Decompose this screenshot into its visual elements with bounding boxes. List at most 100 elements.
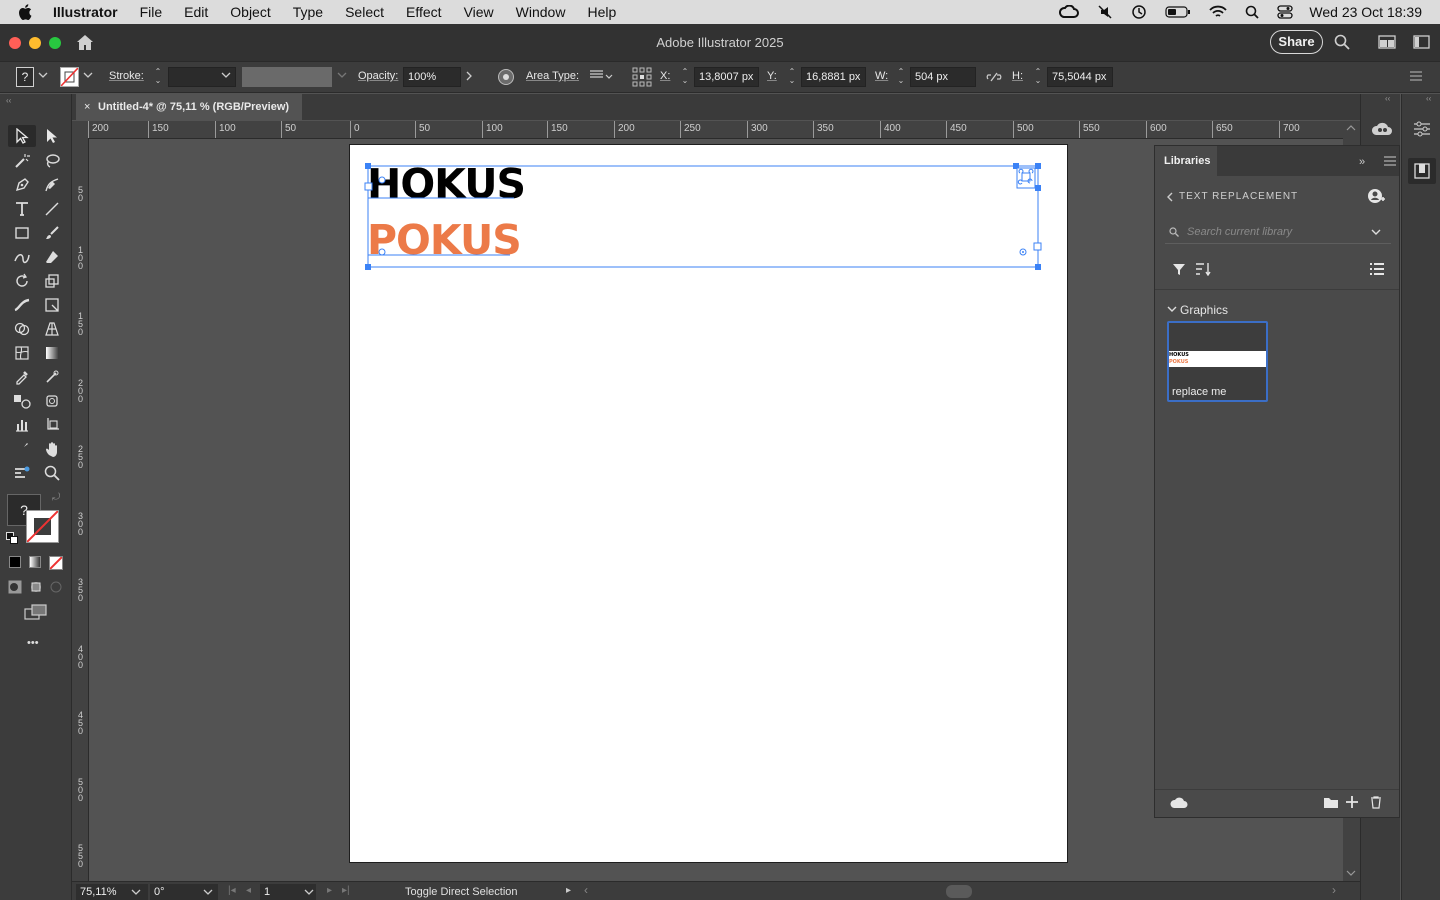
shaper-tool-icon[interactable] <box>10 246 34 268</box>
edit-toolbar-more-icon[interactable]: ••• <box>27 637 39 649</box>
vertical-ruler[interactable]: 5 0 1 0 0 1 5 0 2 0 0 2 5 0 3 0 0 3 5 0 … <box>72 139 89 881</box>
panel-menu-icon[interactable] <box>1384 156 1396 166</box>
filter-icon[interactable] <box>1172 262 1186 276</box>
next-artboard-icon[interactable]: ▸ <box>327 885 332 896</box>
stroke-label[interactable]: Stroke: <box>109 70 144 82</box>
scroll-up-icon[interactable] <box>1346 124 1356 132</box>
menu-select[interactable]: Select <box>345 4 384 20</box>
gradient-mode-button[interactable] <box>29 556 41 568</box>
blend-tool-icon[interactable] <box>10 390 34 412</box>
scroll-down-icon[interactable] <box>1346 869 1356 877</box>
hand-tool-icon[interactable] <box>40 438 64 460</box>
symbol-sprayer-tool-icon[interactable] <box>40 390 64 412</box>
panel-expand-icon[interactable]: » <box>1359 156 1365 168</box>
draw-behind-icon[interactable] <box>29 580 43 594</box>
new-folder-icon[interactable] <box>1323 796 1339 809</box>
menu-app-name[interactable]: Illustrator <box>53 4 118 20</box>
lasso-tool-icon[interactable] <box>40 150 64 172</box>
scroll-left-icon[interactable]: ‹ <box>584 883 588 897</box>
area-type-label[interactable]: Area Type: <box>526 70 579 82</box>
last-artboard-icon[interactable]: ▸| <box>342 885 350 896</box>
rotation-chevron-icon[interactable] <box>203 888 213 896</box>
collapse-dock-icon[interactable]: ‹‹ <box>1385 94 1390 103</box>
menu-file[interactable]: File <box>140 4 163 20</box>
workspace-switcher-icon[interactable] <box>1378 35 1396 49</box>
color-mode-button[interactable] <box>9 556 21 568</box>
opacity-field[interactable]: 100% <box>403 67 461 87</box>
zoom-tool-icon[interactable] <box>40 462 64 484</box>
x-label[interactable]: X: <box>660 70 670 82</box>
paintbrush-tool-icon[interactable] <box>40 222 64 244</box>
add-content-icon[interactable] <box>1345 795 1359 809</box>
library-search-field[interactable]: Search current library <box>1165 222 1391 244</box>
fill-dropdown-chevron-icon[interactable] <box>38 71 48 79</box>
stroke-color-box[interactable] <box>26 510 59 543</box>
shape-builder-tool-icon[interactable] <box>10 318 34 340</box>
cloud-sync-icon[interactable] <box>1170 797 1188 809</box>
battery-icon[interactable] <box>1165 6 1191 18</box>
status-menu-arrow-icon[interactable]: ▸ <box>566 885 571 896</box>
x-stepper[interactable]: ⌃ ⌄ <box>679 67 691 87</box>
menu-view[interactable]: View <box>464 4 494 20</box>
list-view-icon[interactable] <box>1369 262 1385 276</box>
libraries-tab[interactable]: Libraries <box>1155 146 1217 176</box>
scale-tool-icon[interactable] <box>40 270 64 292</box>
width-label[interactable]: W: <box>875 70 888 82</box>
creative-cloud-icon[interactable] <box>1059 5 1080 19</box>
reference-point-icon[interactable] <box>632 67 652 87</box>
selection-tool-icon[interactable] <box>10 125 34 147</box>
share-button[interactable]: Share <box>1270 30 1323 54</box>
slice-tool-icon[interactable] <box>10 438 34 460</box>
menu-type[interactable]: Type <box>293 4 323 20</box>
pen-tool-icon[interactable] <box>10 174 34 196</box>
artboard-tool-icon[interactable] <box>40 414 64 436</box>
stroke-color-chevron-icon[interactable] <box>83 71 93 79</box>
mesh-tool-icon[interactable] <box>10 342 34 364</box>
column-graph-tool-icon[interactable] <box>10 414 34 436</box>
direct-selection-tool-icon[interactable] <box>40 125 64 147</box>
search-icon[interactable] <box>1334 34 1350 50</box>
arrange-documents-icon[interactable] <box>1413 35 1430 49</box>
scroll-right-icon[interactable]: › <box>1332 883 1336 897</box>
free-transform-tool-icon[interactable] <box>40 294 64 316</box>
asset-name[interactable]: replace me <box>1172 386 1226 398</box>
collapse-dock-right-icon[interactable]: ‹‹ <box>1426 94 1431 103</box>
horizontal-ruler[interactable]: 200 150 100 50 0 50 100 150 200 250 300 … <box>88 121 1343 139</box>
x-field[interactable]: 13,8007 px <box>694 67 759 87</box>
fill-swatch-unknown[interactable]: ? <box>16 67 34 87</box>
y-field[interactable]: 16,8881 px <box>801 67 866 87</box>
height-label[interactable]: H: <box>1012 70 1023 82</box>
wifi-icon[interactable] <box>1209 5 1228 19</box>
mute-icon[interactable] <box>1097 4 1113 20</box>
zoom-chevron-icon[interactable] <box>131 888 141 896</box>
magic-wand-tool-icon[interactable] <box>10 150 34 172</box>
constrain-proportions-icon[interactable] <box>986 70 1002 84</box>
back-chevron-icon[interactable] <box>1166 192 1174 202</box>
previous-artboard-icon[interactable]: ◂ <box>246 885 251 896</box>
delete-icon[interactable] <box>1370 796 1382 809</box>
menu-object[interactable]: Object <box>230 4 270 20</box>
menu-effect[interactable]: Effect <box>406 4 442 20</box>
perspective-grid-tool-icon[interactable] <box>40 318 64 340</box>
default-fill-stroke-icon[interactable] <box>6 532 18 544</box>
libraries-panel-icon[interactable] <box>1371 120 1393 138</box>
library-asset-card[interactable]: HOKUS POKUS replace me <box>1167 321 1268 402</box>
draw-normal-icon[interactable] <box>8 580 22 594</box>
graphics-section-header[interactable]: Graphics <box>1180 303 1228 317</box>
control-center-icon[interactable] <box>1277 5 1294 19</box>
menu-edit[interactable]: Edit <box>184 4 208 20</box>
type-tool-icon[interactable] <box>10 198 34 220</box>
eraser-tool-icon[interactable] <box>40 246 64 268</box>
library-breadcrumb[interactable]: TEXT REPLACEMENT <box>1179 191 1298 202</box>
control-bar-menu-icon[interactable] <box>1410 71 1422 81</box>
collapse-toolbar-icon[interactable]: ‹‹ <box>6 96 11 105</box>
rectangle-tool-icon[interactable] <box>10 222 34 244</box>
gradient-tool-icon[interactable] <box>40 342 64 364</box>
measure-tool-icon[interactable] <box>40 366 64 388</box>
line-segment-tool-icon[interactable] <box>40 198 64 220</box>
add-collaborator-icon[interactable] <box>1367 188 1385 204</box>
graphics-collapse-chevron-icon[interactable] <box>1167 305 1177 313</box>
align-text-icon[interactable] <box>589 69 615 83</box>
selection-bounding-box[interactable] <box>360 160 1050 275</box>
screen-mode-icon[interactable] <box>24 604 48 622</box>
